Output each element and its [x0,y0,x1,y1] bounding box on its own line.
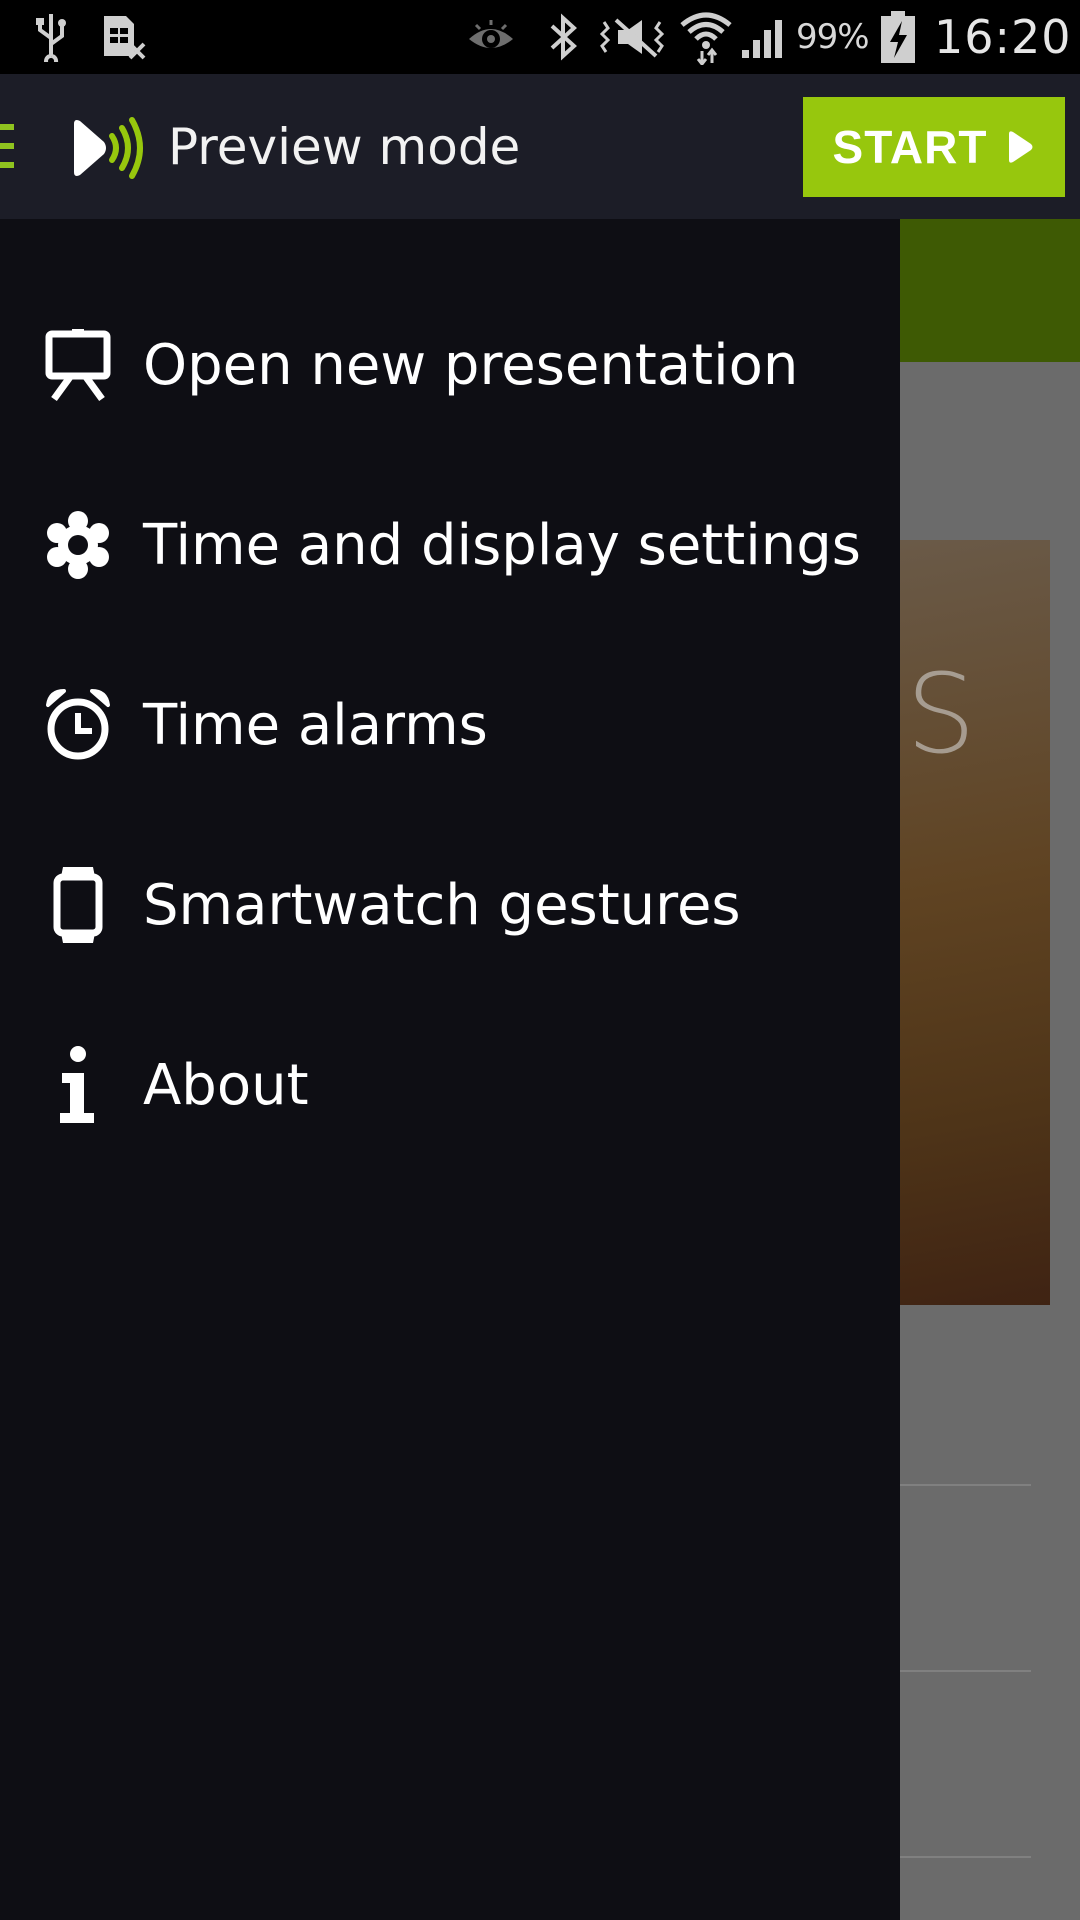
start-button[interactable]: START [803,97,1065,197]
drawer-item-label: Time alarms [143,692,488,758]
drawer-item-time-alarms[interactable]: Time alarms [0,635,900,815]
drawer-item-label: Time and display settings [143,512,861,578]
battery-percent: 99% [796,17,870,57]
action-bar: Preview mode START [0,74,1080,219]
play-icon [1009,131,1033,163]
alarm-clock-icon [44,685,112,765]
start-button-label: START [832,121,988,173]
drawer-item-time-display-settings[interactable]: Time and display settings [0,455,900,635]
wifi-icon [680,0,732,74]
smartwatch-icon [44,865,112,945]
background-slide-glyph: S [906,650,976,778]
drawer-item-label: Open new presentation [143,332,799,398]
screen: 99% 16:20 Preview mode START S Open new … [0,0,1080,1920]
clock: 16:20 [934,10,1072,64]
page-title: Preview mode [168,117,521,176]
status-bar: 99% 16:20 [0,0,1080,74]
signal-icon [740,0,792,74]
info-icon [44,1045,112,1125]
divider [900,1670,1031,1672]
mute-icon [598,0,672,74]
hamburger-icon[interactable] [0,124,14,170]
bluetooth-icon [546,0,580,74]
gear-icon [44,505,112,585]
battery-charging-icon [878,0,918,74]
navigation-drawer: Open new presentation Time and display s… [0,219,900,1920]
app-logo-icon[interactable] [70,116,150,184]
divider [900,1484,1031,1486]
drawer-item-smartwatch-gestures[interactable]: Smartwatch gestures [0,815,900,995]
background-header-strip [900,219,1080,362]
usb-icon [34,0,68,74]
sim-missing-icon [100,0,148,74]
divider [900,1856,1031,1858]
background-content-scrim[interactable]: S [900,219,1080,1920]
drawer-item-label: Smartwatch gestures [143,872,741,938]
presentation-icon [44,325,112,405]
drawer-item-label: About [143,1052,309,1118]
background-slide-preview: S [900,540,1050,1305]
drawer-item-open-new-presentation[interactable]: Open new presentation [0,275,900,455]
drawer-item-about[interactable]: About [0,995,900,1175]
eye-icon [466,0,516,74]
